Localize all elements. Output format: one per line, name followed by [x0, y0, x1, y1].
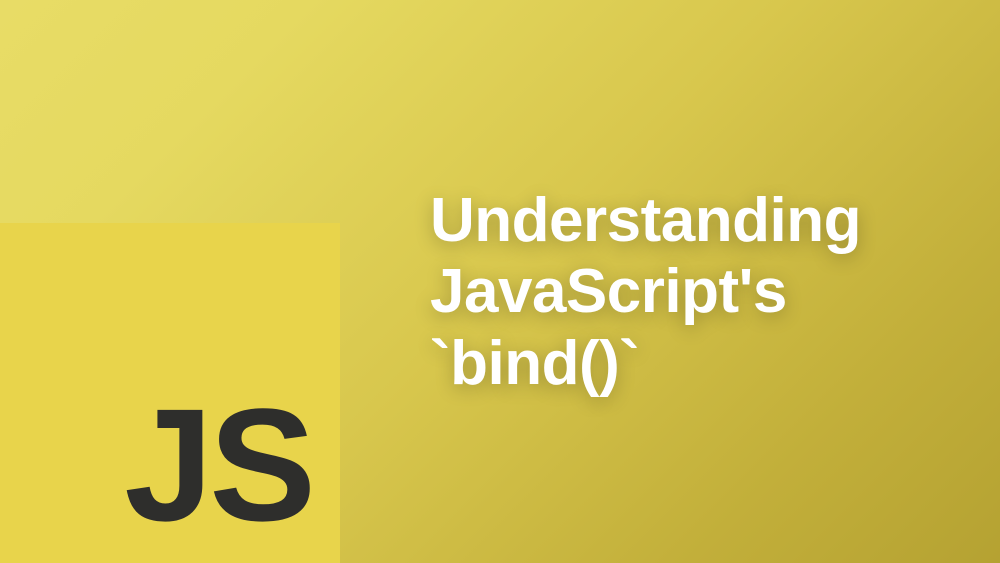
javascript-logo-text: JS [124, 385, 312, 545]
hero-title: Understanding JavaScript's `bind()` [430, 185, 960, 399]
javascript-logo: JS [0, 223, 340, 563]
title-block: Understanding JavaScript's `bind()` [430, 185, 960, 399]
hero-banner: JS Understanding JavaScript's `bind()` [0, 0, 1000, 563]
